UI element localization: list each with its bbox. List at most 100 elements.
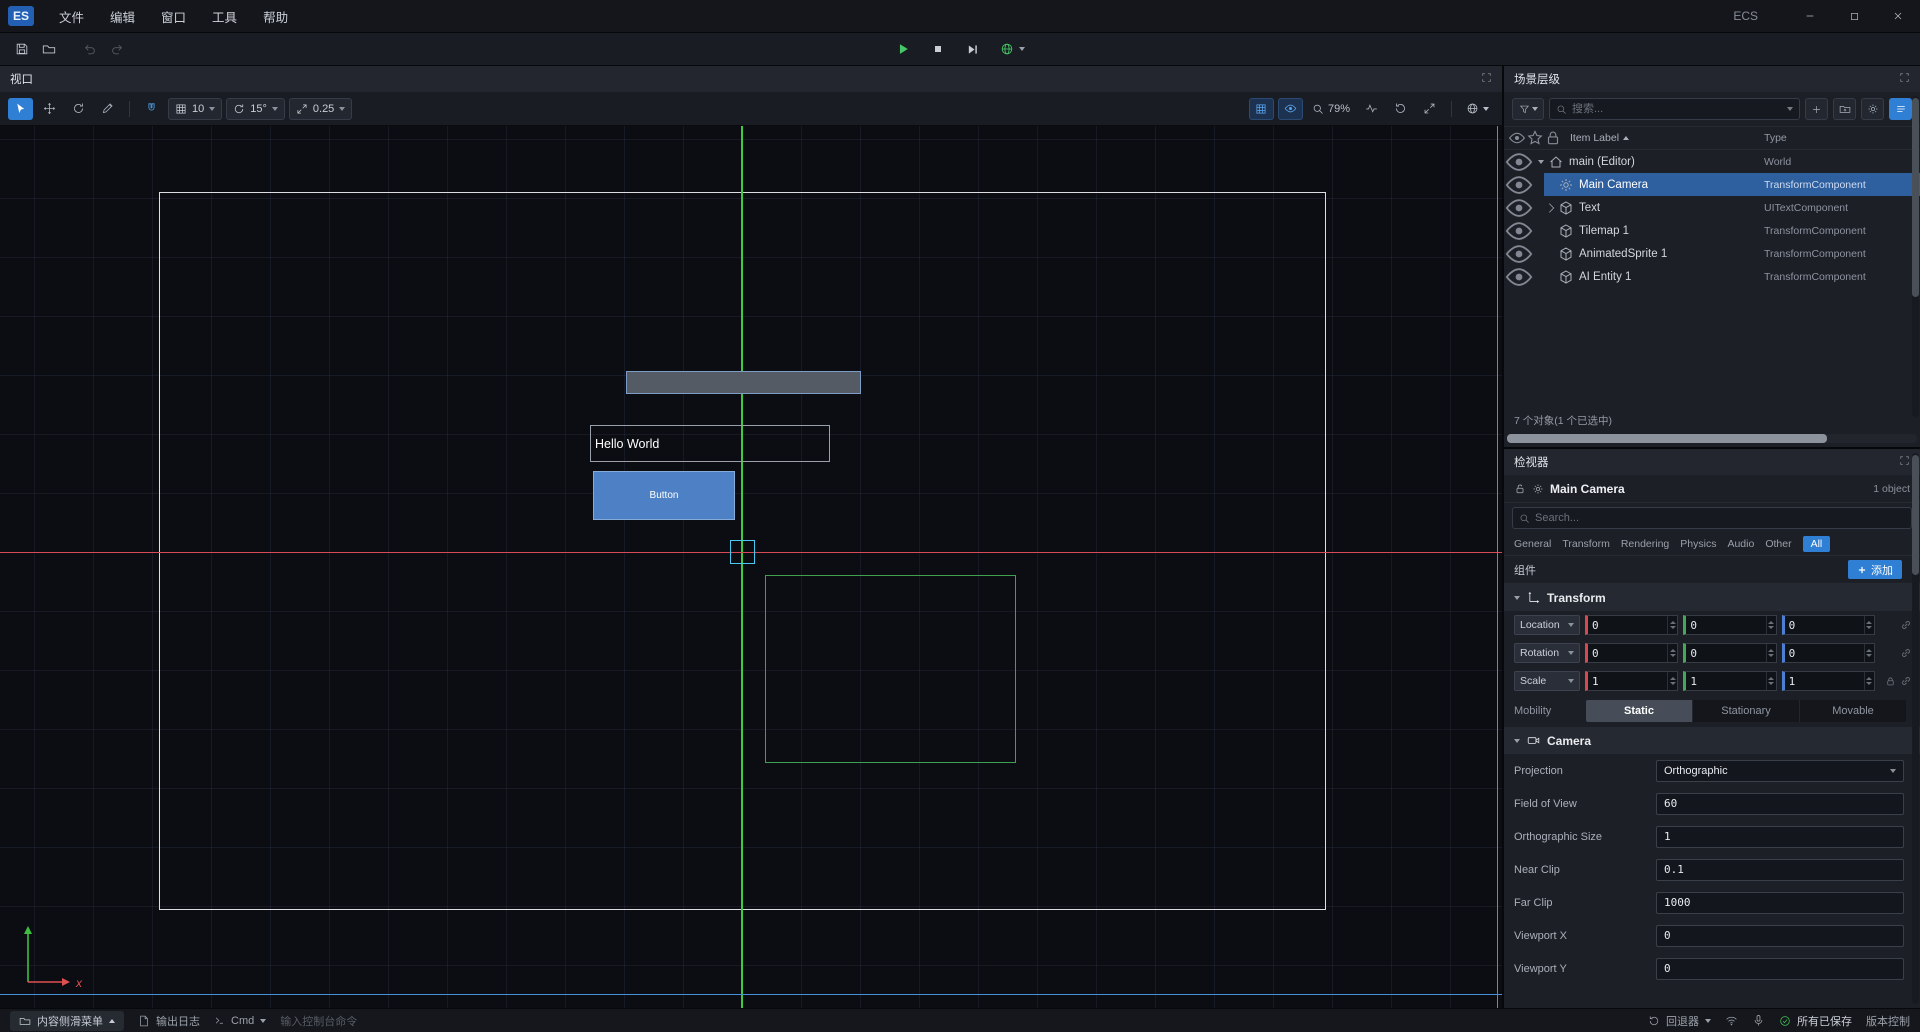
lock-scale-icon[interactable] <box>1885 676 1896 687</box>
tab-physics[interactable]: Physics <box>1680 538 1716 550</box>
lock-inspector-icon[interactable] <box>1514 483 1526 495</box>
rotation-dropdown[interactable]: Rotation <box>1514 643 1580 663</box>
network-status-icon[interactable] <box>1725 1014 1738 1027</box>
grid-snap-dropdown[interactable]: 10 <box>168 98 222 120</box>
add-component-button[interactable]: 添加 <box>1848 560 1902 579</box>
entity-region-rect[interactable] <box>765 575 1016 763</box>
inspector-search-input[interactable] <box>1535 512 1905 524</box>
scale-z-field[interactable] <box>1782 671 1875 691</box>
rotate-snap-dropdown[interactable]: 15° <box>226 98 285 120</box>
inspector-expand-button[interactable] <box>1899 455 1910 469</box>
version-control-button[interactable]: 版本控制 <box>1866 1013 1910 1029</box>
tab-transform[interactable]: Transform <box>1562 538 1609 550</box>
step-button[interactable] <box>959 37 986 61</box>
camera-section-header[interactable]: Camera <box>1504 727 1920 754</box>
location-dropdown[interactable]: Location <box>1514 615 1580 635</box>
tab-other[interactable]: Other <box>1765 538 1791 550</box>
tab-all[interactable]: All <box>1803 536 1831 552</box>
number-spinner[interactable] <box>1667 672 1677 690</box>
add-entity-button[interactable] <box>1805 98 1828 120</box>
rotation-z-field[interactable] <box>1782 643 1875 663</box>
edit-tool-button[interactable] <box>95 98 120 120</box>
hierarchy-search-input[interactable] <box>1572 103 1782 115</box>
orthographic-size-input[interactable] <box>1656 826 1904 848</box>
panel-view-toggle-button[interactable] <box>1889 98 1912 120</box>
chevron-right-icon[interactable] <box>1544 201 1558 215</box>
viewport-x-input[interactable] <box>1656 925 1904 947</box>
scale-y-input[interactable] <box>1686 675 1765 688</box>
microphone-icon[interactable] <box>1752 1014 1765 1027</box>
number-spinner[interactable] <box>1766 644 1776 662</box>
save-status-button[interactable]: 所有已保存 <box>1779 1013 1852 1029</box>
scale-x-input[interactable] <box>1588 675 1667 688</box>
close-button[interactable] <box>1876 0 1920 32</box>
rotation-x-input[interactable] <box>1588 647 1667 660</box>
number-spinner[interactable] <box>1864 644 1874 662</box>
hierarchy-row-main-camera[interactable]: Main Camera TransformComponent <box>1504 173 1920 196</box>
network-mode-dropdown[interactable] <box>994 42 1031 56</box>
number-spinner[interactable] <box>1766 616 1776 634</box>
rotation-x-field[interactable] <box>1585 643 1678 663</box>
stop-button[interactable] <box>924 37 951 61</box>
output-log-button[interactable]: 输出日志 <box>138 1013 200 1029</box>
menu-help[interactable]: 帮助 <box>250 0 301 32</box>
zoom-control[interactable]: 79% <box>1307 103 1355 115</box>
rotation-y-field[interactable] <box>1683 643 1776 663</box>
ui-button-element[interactable]: Button <box>593 471 735 520</box>
hierarchy-settings-button[interactable] <box>1861 98 1884 120</box>
collapse-toggle-icon[interactable] <box>1534 160 1548 164</box>
lock-column-icon[interactable] <box>1544 129 1562 147</box>
scale-z-input[interactable] <box>1785 675 1864 688</box>
menu-window[interactable]: 窗口 <box>148 0 199 32</box>
scale-y-field[interactable] <box>1683 671 1776 691</box>
tab-rendering[interactable]: Rendering <box>1621 538 1669 550</box>
show-gizmos-button[interactable] <box>1278 98 1303 120</box>
mobility-stationary-button[interactable]: Stationary <box>1693 700 1800 722</box>
new-folder-button[interactable] <box>1833 98 1856 120</box>
tab-general[interactable]: General <box>1514 538 1551 550</box>
undo-button[interactable] <box>76 37 103 61</box>
hierarchy-expand-button[interactable] <box>1899 72 1910 86</box>
rotation-y-input[interactable] <box>1686 647 1765 660</box>
hierarchy-row-tilemap[interactable]: Tilemap 1 TransformComponent <box>1504 219 1920 242</box>
type-column-header[interactable]: Type <box>1764 132 1787 144</box>
view-mode-dropdown[interactable] <box>1461 102 1494 115</box>
redo-button[interactable] <box>103 37 130 61</box>
play-button[interactable] <box>889 37 916 61</box>
visibility-eye-icon[interactable] <box>1504 262 1534 292</box>
scrollbar-thumb[interactable] <box>1912 98 1919 297</box>
menu-edit[interactable]: 编辑 <box>97 0 148 32</box>
number-spinner[interactable] <box>1864 672 1874 690</box>
hierarchy-row-text[interactable]: Text UITextComponent <box>1504 196 1920 219</box>
minimize-button[interactable] <box>1788 0 1832 32</box>
scale-dropdown[interactable]: Scale <box>1514 671 1580 691</box>
reset-view-button[interactable] <box>1388 98 1413 120</box>
number-spinner[interactable] <box>1667 644 1677 662</box>
scene-canvas[interactable]: Hello World Button x <box>0 126 1502 1008</box>
field-of-view-input[interactable] <box>1656 793 1904 815</box>
scale-snap-dropdown[interactable]: 0.25 <box>289 98 352 120</box>
selection-handle[interactable] <box>730 540 755 564</box>
viewport-expand-button[interactable] <box>1481 72 1492 86</box>
number-spinner[interactable] <box>1864 616 1874 634</box>
hierarchy-row-ai-entity[interactable]: AI Entity 1 TransformComponent <box>1504 265 1920 288</box>
location-z-field[interactable] <box>1782 615 1875 635</box>
eye-column-icon[interactable] <box>1508 129 1526 147</box>
hierarchy-search[interactable] <box>1549 98 1800 120</box>
open-folder-button[interactable] <box>35 37 62 61</box>
scale-x-field[interactable] <box>1585 671 1678 691</box>
rollback-dropdown[interactable]: 回退器 <box>1648 1013 1711 1029</box>
viewport-y-input[interactable] <box>1656 958 1904 980</box>
maximize-button[interactable] <box>1832 0 1876 32</box>
hierarchy-row-animatedsprite[interactable]: AnimatedSprite 1 TransformComponent <box>1504 242 1920 265</box>
inspector-vertical-scrollbar[interactable] <box>1912 453 1919 1004</box>
content-drawer-button[interactable]: 内容侧滑菜单 <box>10 1011 124 1031</box>
tab-audio[interactable]: Audio <box>1727 538 1754 550</box>
sort-by-label-header[interactable]: Item Label <box>1570 132 1629 144</box>
near-clip-input[interactable] <box>1656 859 1904 881</box>
link-axes-icon[interactable] <box>1900 619 1912 631</box>
filter-dropdown[interactable] <box>1512 98 1544 120</box>
location-y-input[interactable] <box>1686 619 1765 632</box>
transform-section-header[interactable]: Transform <box>1504 584 1920 611</box>
show-grid-button[interactable] <box>1249 98 1274 120</box>
